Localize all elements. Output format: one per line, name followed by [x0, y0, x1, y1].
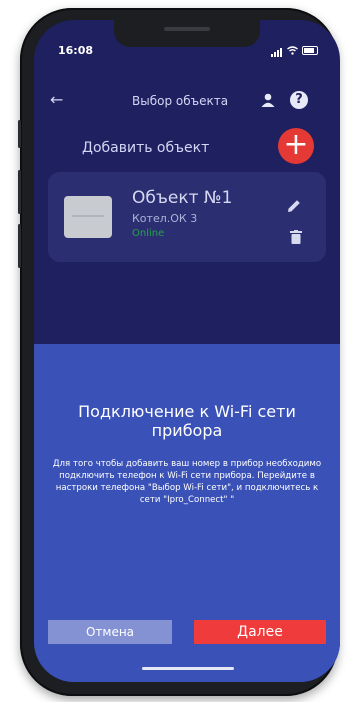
device-thumbnail: [64, 196, 112, 238]
page-title: Выбор объекта: [132, 94, 229, 108]
status-icons: [271, 44, 318, 57]
phone-mute-switch: [18, 120, 21, 148]
screen: 16:08 ← Выбор объекта ? Добавить объект …: [34, 20, 340, 682]
status-bar: 16:08: [58, 44, 318, 60]
add-object-label: Добавить объект: [82, 140, 210, 156]
phone-volume-up: [18, 170, 21, 214]
object-name: Объект №1: [132, 188, 233, 208]
home-indicator[interactable]: [142, 667, 234, 670]
next-button[interactable]: Далее: [194, 620, 326, 644]
wifi-dialog: Подключение к Wi-Fi сети прибора Для тог…: [34, 344, 340, 682]
back-arrow-icon[interactable]: ←: [50, 90, 63, 109]
add-object-row[interactable]: Добавить объект +: [34, 128, 340, 168]
status-time: 16:08: [58, 44, 94, 57]
add-object-button[interactable]: +: [278, 128, 314, 164]
app-header: ← Выбор объекта ?: [34, 90, 340, 114]
signal-icon: [271, 44, 283, 57]
notch: [114, 20, 260, 47]
dialog-message: Для того чтобы добавить ваш номер в приб…: [52, 459, 322, 505]
object-status: Online: [132, 228, 165, 239]
user-icon[interactable]: [260, 92, 276, 108]
wifi-icon: [287, 46, 298, 55]
phone-volume-down: [18, 224, 21, 268]
object-model: Котел.ОК 3: [132, 212, 198, 225]
speaker: [164, 27, 210, 31]
dialog-title: Подключение к Wi-Fi сети прибора: [78, 402, 296, 440]
cancel-button[interactable]: Отмена: [48, 620, 172, 644]
object-card[interactable]: Объект №1 Котел.ОК 3 Online: [48, 172, 326, 262]
pencil-icon[interactable]: [286, 198, 302, 214]
battery-icon: [302, 46, 318, 55]
help-icon[interactable]: ?: [290, 91, 308, 109]
trash-icon[interactable]: [290, 230, 302, 244]
